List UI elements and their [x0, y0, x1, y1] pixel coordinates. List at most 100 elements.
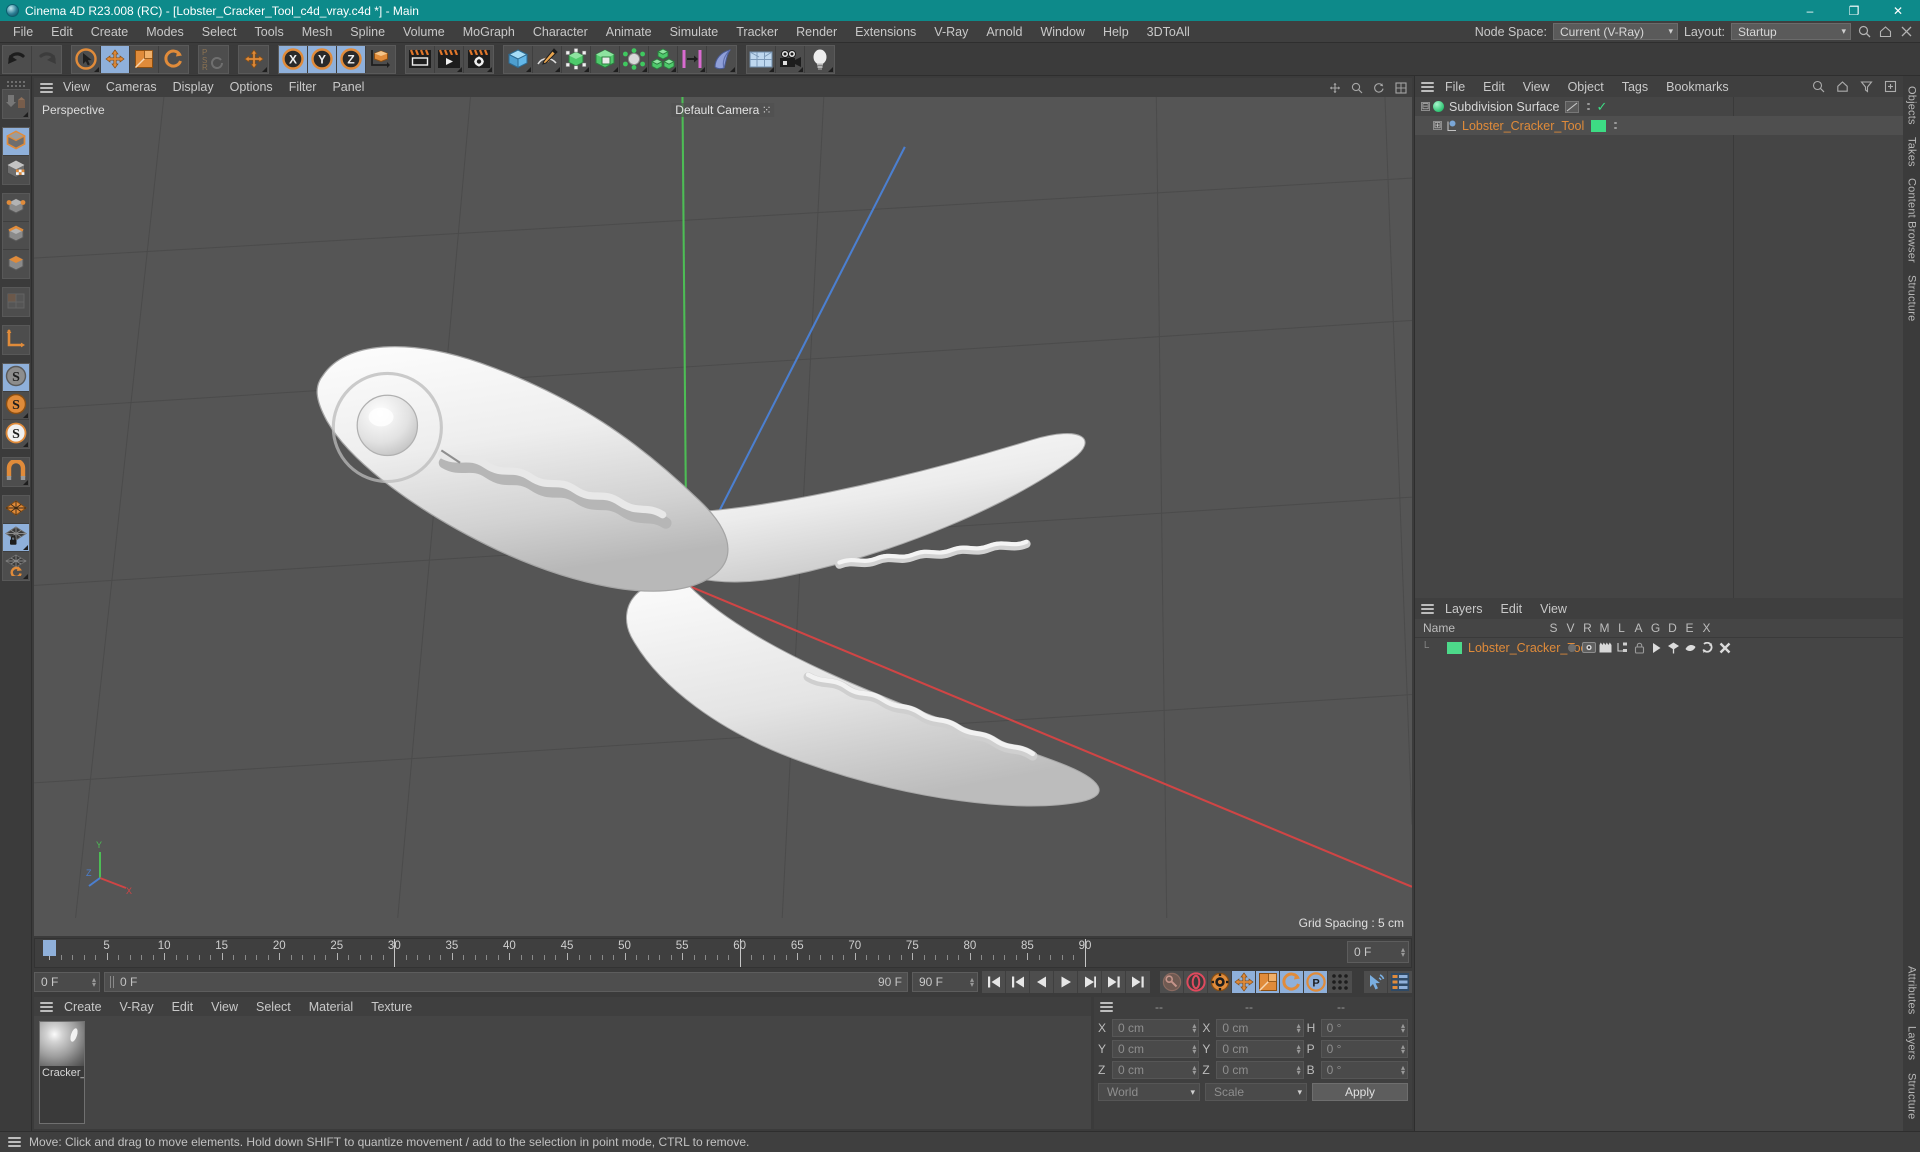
- menu-animate[interactable]: Animate: [597, 21, 661, 43]
- add-spline-button[interactable]: [533, 45, 562, 73]
- record-scale-button[interactable]: [1256, 970, 1280, 993]
- rail-tab-structure[interactable]: Structure: [1905, 1067, 1919, 1125]
- viewport-menu-filter[interactable]: Filter: [281, 78, 325, 97]
- timeline-settings-button[interactable]: [1388, 970, 1412, 993]
- menu-mesh[interactable]: Mesh: [293, 21, 342, 43]
- range-grip[interactable]: [110, 975, 116, 988]
- menu-tracker[interactable]: Tracker: [727, 21, 787, 43]
- layers-menu-icon[interactable]: [1419, 602, 1436, 616]
- object-menu-bookmarks[interactable]: Bookmarks: [1657, 76, 1738, 98]
- viewport-menu-options[interactable]: Options: [222, 78, 281, 97]
- position-z-input[interactable]: 0 cm ▴ ▾: [1112, 1061, 1200, 1079]
- viewport-menu-view[interactable]: View: [55, 78, 98, 97]
- visibility-dots-icon[interactable]: [1613, 120, 1617, 132]
- menu-create[interactable]: Create: [82, 21, 138, 43]
- material-menu-icon[interactable]: [38, 1000, 55, 1014]
- texture-mode-button[interactable]: [2, 156, 29, 184]
- step-back-button[interactable]: [1030, 970, 1054, 993]
- record-parameter-button[interactable]: P: [1304, 970, 1328, 993]
- animation-mode-button[interactable]: [1364, 970, 1388, 993]
- menu-character[interactable]: Character: [524, 21, 597, 43]
- uv-mode-button[interactable]: [2, 288, 29, 316]
- timeline-range-bar[interactable]: 0 F 90 F: [104, 971, 908, 992]
- preview-end-input[interactable]: 90 F ▴ ▾: [912, 971, 978, 992]
- lock-workplane-button[interactable]: [2, 524, 29, 552]
- zoom-icon[interactable]: [1349, 80, 1364, 95]
- select-tool[interactable]: [72, 45, 101, 73]
- magnet-tool-button[interactable]: [2, 458, 29, 486]
- menu-edit[interactable]: Edit: [42, 21, 82, 43]
- spinner-icon[interactable]: ▴ ▾: [970, 975, 974, 988]
- record-button[interactable]: [1184, 970, 1208, 993]
- goto-start-button[interactable]: [982, 970, 1006, 993]
- material-menu-edit[interactable]: Edit: [163, 996, 203, 1018]
- spinner-icon[interactable]: ▴ ▾: [1401, 1043, 1405, 1056]
- home-icon[interactable]: [1878, 24, 1893, 39]
- object-menu-tags[interactable]: Tags: [1613, 76, 1657, 98]
- deformer-icon[interactable]: [1682, 639, 1699, 656]
- status-menu-icon[interactable]: [6, 1135, 23, 1149]
- viewport-menu-panel[interactable]: Panel: [324, 78, 372, 97]
- next-key-button[interactable]: [1102, 970, 1126, 993]
- enable-axis-button[interactable]: [2, 326, 29, 354]
- add-cloth-button[interactable]: [707, 45, 736, 73]
- menu-render[interactable]: Render: [787, 21, 846, 43]
- rotation-h-input[interactable]: 0 ° ▴ ▾: [1320, 1019, 1408, 1037]
- object-menu-icon[interactable]: [1419, 80, 1436, 94]
- add-deformer-button[interactable]: [620, 45, 649, 73]
- axis-x-toggle[interactable]: X: [279, 45, 308, 73]
- home-icon[interactable]: [1835, 79, 1850, 94]
- add-modeling-object-button[interactable]: [591, 45, 620, 73]
- add-camera-button[interactable]: [776, 45, 805, 73]
- close-button[interactable]: ✕: [1876, 0, 1920, 21]
- material-menu-view[interactable]: View: [202, 996, 247, 1018]
- add-nurbs-button[interactable]: [562, 45, 591, 73]
- viewport-menu-cameras[interactable]: Cameras: [98, 78, 165, 97]
- coordinates-menu-icon[interactable]: [1098, 1000, 1115, 1014]
- prev-key-button[interactable]: [1006, 970, 1030, 993]
- layers-menu-layers[interactable]: Layers: [1436, 598, 1492, 620]
- lock-icon[interactable]: [1631, 639, 1648, 656]
- spinner-icon[interactable]: ▴ ▾: [1401, 1022, 1405, 1035]
- size-z-input[interactable]: 0 cm ▴ ▾: [1216, 1061, 1304, 1079]
- rail-tab-layers[interactable]: Layers: [1905, 1020, 1919, 1066]
- spinner-icon[interactable]: ▴ ▾: [1297, 1043, 1301, 1056]
- move-tool[interactable]: [101, 45, 130, 73]
- rail-tab-structure-top[interactable]: Structure: [1905, 269, 1919, 327]
- node-space-select[interactable]: Current (V-Ray) ▾: [1552, 23, 1678, 40]
- snap-off-button[interactable]: S: [2, 364, 29, 392]
- render-settings-button[interactable]: [464, 45, 493, 73]
- timeline-playhead[interactable]: [43, 940, 56, 956]
- expand-toggle-icon[interactable]: ⊞: [1433, 121, 1442, 130]
- object-menu-object[interactable]: Object: [1559, 76, 1613, 98]
- size-x-input[interactable]: 0 cm ▴ ▾: [1216, 1019, 1304, 1037]
- rail-tab-objects[interactable]: Objects: [1905, 80, 1919, 131]
- make-editable-button[interactable]: [2, 90, 29, 118]
- menu-volume[interactable]: Volume: [394, 21, 454, 43]
- rotate-tool[interactable]: [159, 45, 188, 73]
- world-move-tool[interactable]: [239, 45, 268, 73]
- menu-help[interactable]: Help: [1094, 21, 1138, 43]
- material-menu-select[interactable]: Select: [247, 996, 300, 1018]
- coordinate-system-select[interactable]: World ▾: [1098, 1083, 1200, 1101]
- spinner-icon[interactable]: ▴ ▾: [1401, 946, 1405, 959]
- material-tag-icon[interactable]: [1591, 119, 1607, 132]
- coordinate-mode-select[interactable]: Scale ▾: [1205, 1083, 1307, 1101]
- rail-tab-takes[interactable]: Takes: [1905, 131, 1919, 173]
- drag-handle[interactable]: [5, 80, 26, 88]
- axis-z-toggle[interactable]: Z: [337, 45, 366, 73]
- expand-toggle-icon[interactable]: ⊟: [1421, 102, 1430, 111]
- timeline-ruler[interactable]: 0 F ▴▾ 051015202530354045505560657075808…: [34, 938, 1412, 968]
- object-row-lobster-cracker-tool[interactable]: ⊞ Lobster_Cracker_Tool: [1415, 116, 1903, 135]
- record-pla-button[interactable]: [1328, 970, 1352, 993]
- spinner-icon[interactable]: ▴ ▾: [1192, 1064, 1196, 1077]
- play-button[interactable]: [1054, 970, 1078, 993]
- add-field-button[interactable]: [678, 45, 707, 73]
- pan-icon[interactable]: [1327, 80, 1342, 95]
- viewport-menu-display[interactable]: Display: [165, 78, 222, 97]
- position-y-input[interactable]: 0 cm ▴ ▾: [1112, 1040, 1200, 1058]
- goto-end-button[interactable]: [1126, 970, 1150, 993]
- menu-arnold[interactable]: Arnold: [977, 21, 1031, 43]
- search-icon[interactable]: [1857, 24, 1872, 39]
- enabled-check-icon[interactable]: ✓: [1596, 99, 1607, 115]
